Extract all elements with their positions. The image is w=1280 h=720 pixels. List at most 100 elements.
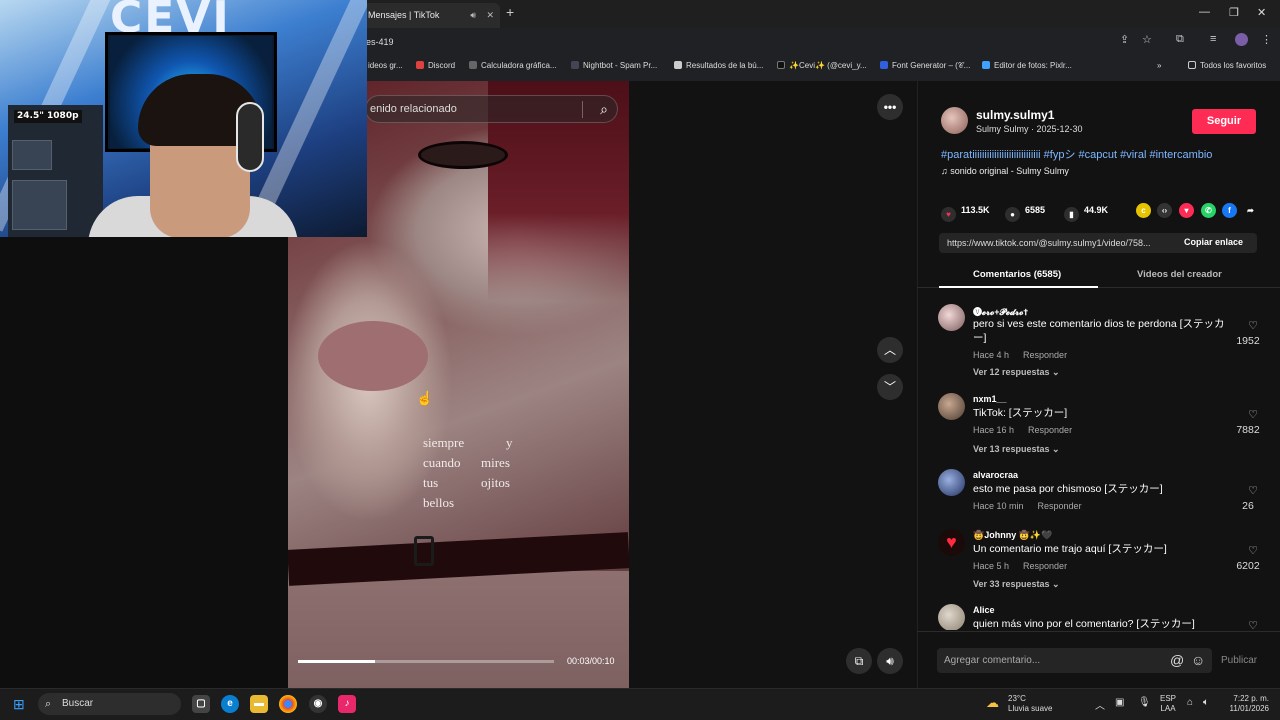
comment-meta: Hace 5 h Responder (973, 561, 1067, 571)
all-favorites[interactable]: Todos los favoritos (1188, 61, 1266, 70)
media-icon[interactable]: ≡ (1210, 33, 1216, 45)
nightbot-icon (571, 61, 579, 69)
comment-like-icon[interactable]: ♡ (1248, 319, 1258, 332)
network-icon[interactable]: ⌂ (1187, 697, 1193, 708)
tray-app-icon[interactable]: ▣ (1115, 697, 1124, 708)
embed-icon[interactable]: ‹› (1157, 203, 1172, 218)
microphone-icon[interactable]: 🎙︎ (1138, 697, 1151, 708)
view-replies[interactable]: Ver 13 respuestas ⌄ (973, 444, 1060, 455)
more-options-icon[interactable]: ••• (877, 94, 903, 120)
reply-button[interactable]: Responder (1028, 425, 1072, 435)
minimize-icon[interactable]: — (1199, 6, 1210, 18)
tiktok-app-icon[interactable]: ♪ (338, 695, 356, 713)
comment-like-icon[interactable]: ♡ (1248, 408, 1258, 421)
view-replies[interactable]: Ver 33 respuestas ⌄ (973, 579, 1060, 590)
bookmark-item[interactable]: Resultados de la bú... (674, 61, 763, 70)
emoji-icon[interactable]: ☺ (1191, 648, 1205, 673)
follow-button[interactable]: Seguir (1192, 109, 1256, 134)
comment-like-icon[interactable]: ♡ (1248, 544, 1258, 557)
progress-bar[interactable] (298, 660, 554, 663)
lyric-line: cuando (423, 455, 461, 470)
extensions-icon[interactable]: ⧉ (1176, 33, 1184, 46)
new-tab-button[interactable]: + (506, 4, 514, 20)
bookmark-item[interactable]: ideos gr... (368, 61, 403, 70)
facebook-icon[interactable]: f (1222, 203, 1237, 218)
copy-link-button[interactable]: Copiar enlace (1184, 237, 1243, 247)
weather-widget[interactable]: 23°C Lluvia suave (1008, 694, 1052, 714)
comment-username[interactable]: alvarocraa (973, 470, 1018, 480)
star-icon[interactable]: ☆ (1142, 33, 1152, 46)
bookmark-item[interactable]: Font Generator – (𝒞... (880, 61, 970, 71)
publish-button[interactable]: Publicar (1221, 655, 1257, 666)
creator-avatar[interactable] (941, 107, 968, 134)
profile-avatar[interactable] (1235, 33, 1248, 46)
obs-icon[interactable]: ◉ (309, 695, 327, 713)
volume-icon[interactable]: 🔊︎ (877, 648, 903, 674)
comment-time: Hace 16 h (973, 425, 1015, 435)
tab-creator-videos[interactable]: Videos del creador (1137, 269, 1222, 280)
comment-stat[interactable]: ● 6585 (1005, 205, 1045, 222)
previous-video-button[interactable]: ︿ (877, 337, 903, 363)
view-replies[interactable]: Ver 12 respuestas ⌄ (973, 367, 1060, 378)
browser-tab[interactable]: Mensajes | TikTok 🔊︎ ✕ (360, 3, 500, 28)
next-video-button[interactable]: ﹀ (877, 374, 903, 400)
comment-list[interactable]: 🅥𝓮𝓻𝓸+𝓟𝓮𝓭𝓻𝓸✝ pero si ves este comentario … (917, 295, 1280, 630)
bookmark-label: Discord (428, 61, 456, 70)
bookmark-item[interactable]: Discord (416, 61, 455, 70)
comment-username[interactable]: Alice (973, 605, 995, 615)
bookmark-item[interactable]: ✨Cevi✨ (@cevi_y... (777, 61, 867, 70)
comment-like-icon[interactable]: ♡ (1248, 619, 1258, 630)
share-arrow-icon[interactable]: ➦ (1243, 203, 1258, 218)
send-icon[interactable]: ▾ (1179, 203, 1194, 218)
chrome-icon[interactable] (279, 695, 297, 713)
tiktok-icon (777, 61, 785, 69)
comment-avatar[interactable] (938, 304, 965, 331)
post-hashtags[interactable]: #paratiiiiiiiiiiiiiiiiiiiiiiiiiiii #fypシ… (941, 146, 1212, 162)
whatsapp-icon[interactable]: ✆ (1201, 203, 1216, 218)
like-count: 113.5K (961, 205, 990, 215)
mention-icon[interactable]: @ (1170, 648, 1184, 673)
comment-avatar[interactable] (938, 393, 965, 420)
reply-button[interactable]: Responder (1038, 501, 1082, 511)
bookmark-item[interactable]: Nightbot - Spam Pr... (571, 61, 657, 70)
edge-icon[interactable]: e (221, 695, 239, 713)
close-tab-icon[interactable]: ✕ (486, 3, 494, 28)
post-sound[interactable]: ♫ sonido original - Sulmy Sulmy (941, 166, 1069, 176)
more-bookmarks-icon[interactable]: » (1157, 61, 1161, 70)
search-icon[interactable]: ⌕ (600, 96, 608, 122)
floating-player-icon[interactable]: ⧉ (846, 648, 872, 674)
restore-icon[interactable]: ❐ (1229, 6, 1239, 19)
comment-username[interactable]: 🤠Johnny 🤠✨🖤 (973, 530, 1052, 541)
bookmark-item[interactable]: Editor de fotos: Pixlr... (982, 61, 1072, 70)
speaker-icon[interactable]: 🔊︎ (470, 3, 476, 28)
file-explorer-icon[interactable]: ▬ (250, 695, 268, 713)
like-stat[interactable]: ♥ 113.5K (941, 205, 990, 222)
menu-icon[interactable]: ⋮ (1261, 33, 1272, 46)
reply-button[interactable]: Responder (1023, 350, 1067, 360)
comment-like-icon[interactable]: ♡ (1248, 484, 1258, 497)
language-indicator[interactable]: ESP LAA (1160, 694, 1176, 714)
related-search-input[interactable]: enido relacionado ⌕ (365, 95, 618, 123)
comment-avatar[interactable]: ♥ (938, 529, 965, 556)
clock[interactable]: 7:22 p. m. 11/01/2026 (1225, 694, 1269, 714)
taskbar-search[interactable]: ⌕ Buscar (38, 693, 181, 715)
tray-chevron-icon[interactable]: ︿ (1095, 697, 1105, 712)
bookmark-item[interactable]: Calculadora gráfica... (469, 61, 557, 70)
save-stat[interactable]: ▮ 44.9K (1064, 205, 1108, 222)
webcam-overlay: CEVI 24.5" 1080p (0, 0, 367, 237)
windows-start-icon[interactable]: ⊞ (13, 696, 25, 713)
pixlr-icon (982, 61, 990, 69)
comment-username[interactable]: nxm1__ (973, 394, 1007, 404)
reply-button[interactable]: Responder (1023, 561, 1067, 571)
add-comment-input[interactable]: Agregar comentario... @ ☺ (937, 648, 1212, 673)
task-view-icon[interactable]: ▢ (192, 695, 210, 713)
comment-avatar[interactable] (938, 604, 965, 630)
creator-username[interactable]: sulmy.sulmy1 (976, 108, 1054, 122)
comment-avatar[interactable] (938, 469, 965, 496)
speaker-tray-icon[interactable]: 🔈︎ (1203, 697, 1209, 708)
tab-comments[interactable]: Comentarios (6585) (973, 269, 1061, 280)
close-window-icon[interactable]: ✕ (1257, 6, 1266, 19)
install-icon[interactable]: ⇪ (1120, 33, 1129, 46)
coin-icon[interactable]: c (1136, 203, 1151, 218)
bookmark-label: Calculadora gráfica... (481, 61, 557, 70)
